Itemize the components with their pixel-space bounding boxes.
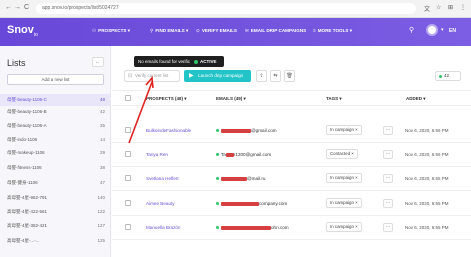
- annotation-arrow-icon: [128, 76, 154, 144]
